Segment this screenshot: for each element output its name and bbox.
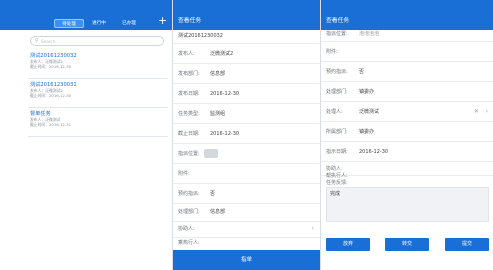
field-value: 泛微测试2 [210,51,234,57]
process-header [321,0,493,30]
task-list-panel: 待处理 进行中 已办理 + ⚲ Search 测试20161230032 发布人… [0,0,172,270]
tab-in-progress[interactable]: 进行中 [84,19,114,28]
field-value: 泡泡泡泡 [359,31,380,37]
submit-button[interactable]: 提交 [445,238,489,251]
field-value: 否 [359,69,365,75]
field-label: 预约指派: [178,191,200,197]
field-row: 指派位置: 泡泡泡泡 [321,30,493,42]
field-label: 处理部门: [178,209,200,215]
handler-row[interactable]: 处理人: 泛微测试 ✕ › [321,102,493,122]
tab-handled[interactable]: 已办理 [114,19,144,28]
field-row: 所属部门: 镇委办 [321,122,493,142]
field-row: 发布人: 泛微测试2 [173,44,320,64]
field-row: 任务类型: 监测组 [173,104,320,124]
location-image [204,149,218,158]
field-label: 发布人: [178,51,195,57]
field-row: 发布部门: 信息部 [173,64,320,84]
field-row: 截止日期: 2016-12-30 [173,124,320,144]
field-value: 监测组 [210,111,226,117]
field-row: 处理部门: 镇委办 [321,82,493,102]
field-value: 镇委办 [359,129,375,135]
task-deadline: 截止时间：2016-12-30 [30,63,72,69]
field-label: 附件: [326,49,338,55]
field-row[interactable]: 附件: [321,42,493,62]
page-title: 查看任务 [326,18,350,24]
field-value: 信息部 [210,71,226,77]
field-value: 2016-12-30 [210,131,240,137]
field-row[interactable]: 协助人: › [173,222,320,238]
field-label: 预约指派: [326,69,348,75]
divider [28,78,168,79]
clear-icon[interactable]: ✕ [474,108,479,116]
field-row: 发布日期: 2016-12-30 [173,84,320,104]
feedback-textarea[interactable]: 完成 [326,187,489,222]
field-row: 处理部门: 信息部 [173,204,320,222]
task-process-panel: 查看任务 指派位置: 泡泡泡泡 附件: 预约指派: 否 处理部门: 镇委办 处理… [320,0,493,270]
transfer-button[interactable]: 转交 [385,238,429,251]
field-label: 乘热行人: [178,240,200,246]
search-input[interactable]: ⚲ Search [30,36,164,46]
chevron-right-icon: › [311,225,314,232]
list-item[interactable]: 测试20161230032 发布人：泛微测试2 截止时间：2016-12-30 [30,53,168,69]
field-value: 镇委办 [359,89,375,95]
field-value: 否 [210,191,216,197]
field-label: 处理人: [326,109,343,115]
field-label: 指派位置: [178,151,200,157]
task-detail-panel: 查看任务 测试20161230032 发布人: 泛微测试2 发布部门: 信息部 … [172,0,320,270]
field-row: 预约指派: 否 [321,62,493,82]
field-label: 指派位置: [326,31,348,37]
chevron-right-icon[interactable]: › [486,108,488,116]
list-item[interactable]: 督单任务 发布人：泛微测试 截止时间：2016-12-31 [30,111,168,127]
field-value: 泛微测试 [359,109,380,115]
field-row[interactable]: 附件: [173,164,320,184]
list-item[interactable]: 测试20161230031 发布人：泛微测试2 截止时间：2016-12-30 [30,82,168,98]
tab-pending[interactable]: 待处理 [54,19,84,28]
field-value: 2016-12-30 [359,149,389,155]
field-label: 所属部门: [326,129,348,135]
search-icon: ⚲ [35,38,39,44]
field-label: 发布日期: [178,91,200,97]
divider [28,136,168,137]
field-value: 2016-12-30 [210,91,240,97]
field-label: 发布部门: [178,71,200,77]
task-name: 测试20161230032 [178,33,223,39]
dispatch-button[interactable]: 指单 [173,250,320,270]
field-value: 信息部 [210,209,226,215]
field-label: 任务类型: [178,111,200,117]
field-label: 处理部门: [326,89,348,95]
field-row: 预约指派: 否 [173,184,320,204]
task-deadline: 截止时间：2016-12-31 [30,121,72,127]
field-row: 指派位置: [173,144,320,164]
page-title: 查看任务 [178,18,202,24]
field-label: 附件: [178,171,190,177]
field-label: 截止日期: [178,131,200,137]
feedback-text: 完成 [330,191,341,197]
divider [28,107,168,108]
field-label: 指示日期: [326,149,348,155]
field-row: 乘热行人: [173,238,320,250]
task-name-row: 测试20161230032 [173,30,320,44]
task-deadline: 截止时间：2016-12-30 [30,92,72,98]
field-label: 任务反馈: [326,180,348,186]
detail-header [173,0,320,30]
search-placeholder: Search [41,38,56,44]
field-row: 指示日期: 2016-12-30 [321,142,493,162]
abandon-button[interactable]: 放弃 [326,238,370,251]
add-task-button[interactable]: + [158,15,167,26]
field-label: 协助人: [178,226,195,232]
